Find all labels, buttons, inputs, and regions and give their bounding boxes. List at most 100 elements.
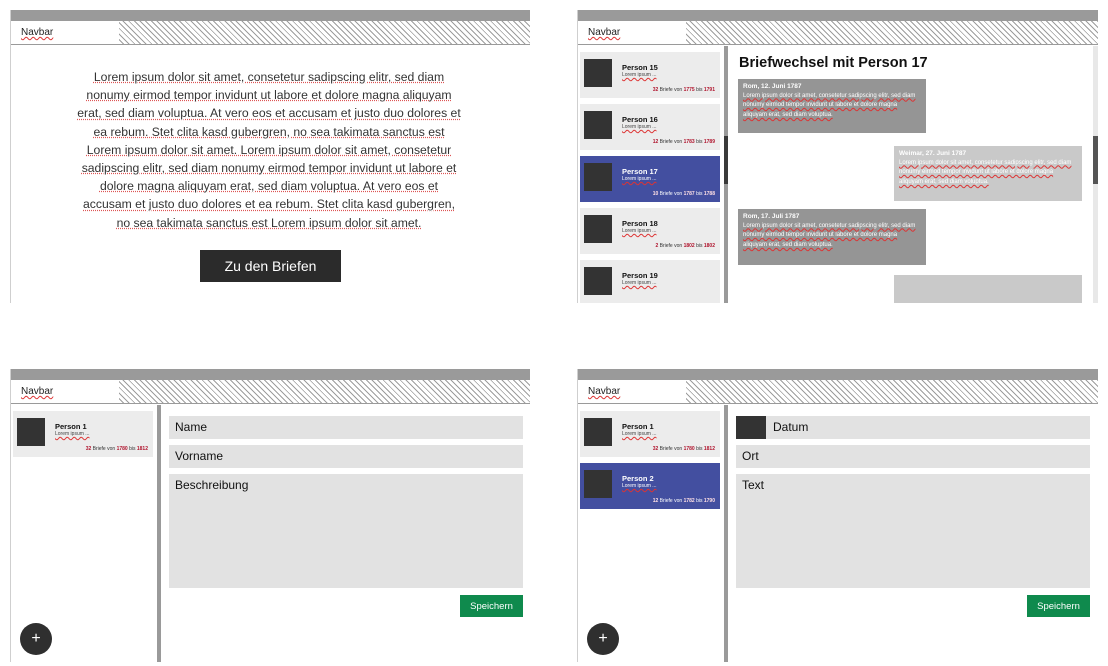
count: 32 [652,87,659,93]
letter-count: 32 Briefe von 1775 bis 1791 [653,87,715,93]
person-name: Person 18 [622,219,658,228]
person-card[interactable]: Person 16 Lorem ipsum ... 12 Briefe von … [580,104,720,150]
avatar [584,215,612,243]
sidebar-divider [157,405,161,662]
letter-excerpt: Lorem ipsum dolor sit amet, consetetur s… [899,159,1072,185]
correspondence-title: Briefwechsel mit Person 17 [739,55,928,71]
letter-form-screen: Navbar Person 1 Lorem ipsum ... 32 Brief… [577,369,1098,662]
person-name: Person 15 [622,63,658,72]
until-label: bis [696,498,703,504]
avatar [584,59,612,87]
person-sidebar[interactable]: Person 15 Lorem ipsum ... 32 Briefe von … [578,46,724,303]
person-name: Person 2 [622,474,654,483]
year-from: 1780 [683,446,695,452]
letter-count: 32 Briefe von 1780 bis 1812 [86,446,148,452]
top-bar [11,10,530,21]
person-card[interactable]: Person 1 Lorem ipsum ... 32 Briefe von 1… [13,411,153,457]
person-card-active[interactable]: Person 17 Lorem ipsum ... 10 Briefe von … [580,156,720,202]
letter-excerpt: Lorem ipsum dolor sit amet, consetetur s… [743,222,916,248]
avatar [584,470,612,498]
navbar-label[interactable]: Navbar [578,380,686,403]
count: 12 [652,498,659,504]
letter-count: 12 Briefe von 1782 bis 1790 [653,498,715,504]
navbar-label[interactable]: Navbar [11,380,119,403]
person-name: Person 17 [622,167,658,176]
chat-scrollbar-thumb[interactable] [1093,136,1098,184]
sidebar-scrollbar-thumb[interactable] [724,136,728,184]
letter-place-date: Rom, 12. Juni 1787 [743,83,802,90]
add-button[interactable]: + [20,623,52,655]
until-label: bis [696,191,703,197]
count: 12 [652,139,659,145]
correspondence-screen: Navbar Person 15 Lorem ipsum ... 32 Brie… [577,10,1098,303]
person-name: Person 1 [622,422,654,431]
letter-count: 10 Briefe von 1787 bis 1788 [653,191,715,197]
person-card[interactable]: Person 15 Lorem ipsum ... 32 Briefe von … [580,52,720,98]
letters-from-label: Briefe von [659,243,683,249]
person-card-active[interactable]: Person 2 Lorem ipsum ... 12 Briefe von 1… [580,463,720,509]
letter-bubble-reply[interactable] [894,275,1082,303]
top-bar [578,10,1098,21]
description-field[interactable]: Beschreibung [169,474,523,588]
until-label: bis [696,446,703,452]
add-button[interactable]: + [587,623,619,655]
count: 32 [85,446,92,452]
navbar: Navbar [578,380,1098,404]
landing-screen: Navbar Lorem ipsum dolor sit amet, conse… [10,10,530,303]
letter-count: 32 Briefe von 1780 bis 1812 [653,446,715,452]
navbar: Navbar [11,21,530,45]
person-name: Person 1 [55,422,87,431]
navbar-label[interactable]: Navbar [578,21,686,44]
intro-text: Lorem ipsum dolor sit amet, consetetur s… [77,70,461,230]
avatar [17,418,45,446]
letters-from-label: Briefe von [92,446,116,452]
navbar: Navbar [578,21,1098,45]
letter-bubble[interactable]: Rom, 12. Juni 1787 Lorem ipsum dolor sit… [738,79,926,133]
place-field[interactable]: Ort [736,445,1090,468]
name-field[interactable]: Name [169,416,523,439]
year-to: 1791 [703,87,715,93]
letter-bubble[interactable]: Rom, 17. Juli 1787 Lorem ipsum dolor sit… [738,209,926,265]
person-description: Lorem ipsum ... [622,176,657,182]
until-label: bis [696,139,703,145]
top-bar [578,369,1098,380]
to-letters-button[interactable]: Zu den Briefen [200,250,341,282]
year-from: 1782 [683,498,695,504]
calendar-icon[interactable] [736,416,766,439]
person-description: Lorem ipsum ... [622,483,657,489]
year-to: 1802 [703,243,715,249]
avatar [584,267,612,295]
letters-from-label: Briefe von [659,446,683,452]
date-field-label: Datum [773,420,809,434]
person-card[interactable]: Person 18 Lorem ipsum ... 2 Briefe von 1… [580,208,720,254]
top-bar [11,369,530,380]
sidebar-divider [724,405,728,662]
year-to: 1788 [703,191,715,197]
save-button[interactable]: Speichern [1027,595,1090,617]
letter-count: 2 Briefe von 1802 bis 1802 [655,243,715,249]
save-button[interactable]: Speichern [460,595,523,617]
letters-from-label: Briefe von [659,498,683,504]
year-to: 1789 [703,139,715,145]
until-label: bis [129,446,136,452]
letters-from-label: Briefe von [659,191,683,197]
navbar-label[interactable]: Navbar [11,21,119,44]
year-from: 1775 [683,87,695,93]
letter-bubble-reply[interactable]: Weimar, 27. Juni 1787 Lorem ipsum dolor … [894,146,1082,201]
text-field[interactable]: Text [736,474,1090,588]
letter-place-date: Rom, 17. Juli 1787 [743,213,800,220]
year-to: 1790 [703,498,715,504]
firstname-field[interactable]: Vorname [169,445,523,468]
date-field-wrapper[interactable]: Datum [736,416,1090,439]
person-card[interactable]: Person 1 Lorem ipsum ... 32 Briefe von 1… [580,411,720,457]
count: 10 [652,191,659,197]
person-form-screen: Navbar Person 1 Lorem ipsum ... 32 Brief… [10,369,530,662]
person-description: Lorem ipsum ... [622,228,657,234]
person-description: Lorem ipsum ... [622,431,657,437]
count: 2 [655,243,659,249]
navbar: Navbar [11,380,530,404]
year-to: 1812 [703,446,715,452]
letter-excerpt: Lorem ipsum dolor sit amet, consetetur s… [743,92,916,118]
letters-from-label: Briefe von [659,139,683,145]
person-card[interactable]: Person 19 Lorem ipsum ... [580,260,720,303]
